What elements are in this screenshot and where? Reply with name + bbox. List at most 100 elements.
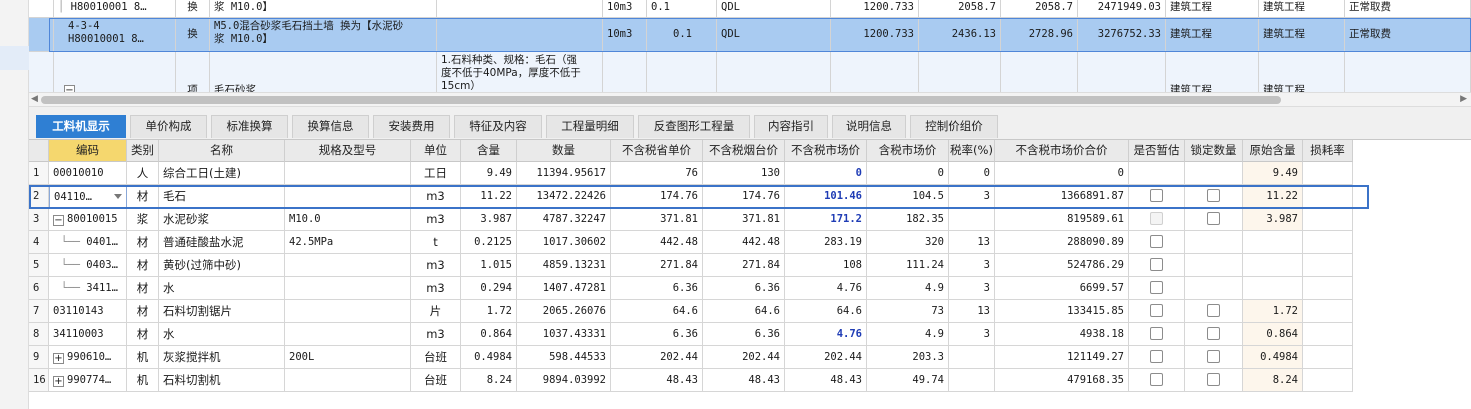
column-header-row-number[interactable] <box>29 140 49 162</box>
row-8-lock-quantity[interactable] <box>1185 323 1243 346</box>
row-16-code[interactable]: +990774… <box>49 369 127 392</box>
row-6-code[interactable]: └── 3411… <box>49 277 127 300</box>
column-header-code[interactable]: 编码 <box>49 140 127 162</box>
column-header-market-price-tax[interactable]: 含税市场价 <box>867 140 949 162</box>
row-5-content[interactable]: 1.015 <box>461 254 517 277</box>
row-1-estimate-flag[interactable] <box>1129 162 1185 185</box>
tab-content-guide[interactable]: 内容指引 <box>754 115 828 138</box>
top-row-2-code[interactable]: 4-3-4 H80010001 8… <box>54 18 176 52</box>
collapse-icon[interactable]: − <box>64 85 75 92</box>
column-header-quantity[interactable]: 数量 <box>517 140 611 162</box>
row-4-code[interactable]: └── 0401… <box>49 231 127 254</box>
row-5-lock-quantity[interactable] <box>1185 254 1243 277</box>
column-header-provincial-price[interactable]: 不含税省单价 <box>611 140 703 162</box>
row-1-content[interactable]: 9.49 <box>461 162 517 185</box>
row-16-content[interactable]: 8.24 <box>461 369 517 392</box>
row-3-estimate-flag[interactable] <box>1129 208 1185 231</box>
column-header-estimate-flag[interactable]: 是否暂估 <box>1129 140 1185 162</box>
row-4-estimate-flag[interactable] <box>1129 231 1185 254</box>
top-row-3-code[interactable]: − <box>54 52 176 92</box>
tab-unit-price[interactable]: 单价构成 <box>130 115 207 138</box>
row-7-content[interactable]: 1.72 <box>461 300 517 323</box>
column-header-category[interactable]: 类别 <box>127 140 159 162</box>
estimate-flag-checkbox[interactable] <box>1149 304 1163 317</box>
tab-quantity-details[interactable]: 工程量明细 <box>546 115 634 138</box>
column-header-yantai-price[interactable]: 不含税烟台价 <box>703 140 785 162</box>
row-8-estimate-flag[interactable] <box>1129 323 1185 346</box>
collapse-icon[interactable]: − <box>53 215 64 226</box>
lock-quantity-checkbox[interactable] <box>1206 212 1220 225</box>
estimate-flag-checkbox[interactable] <box>1149 350 1163 363</box>
estimate-flag-checkbox[interactable] <box>1149 258 1163 271</box>
column-header-market-total[interactable]: 不含税市场价合价 <box>995 140 1129 162</box>
expand-icon[interactable]: + <box>53 353 64 364</box>
row-4-content[interactable]: 0.2125 <box>461 231 517 254</box>
tab-description[interactable]: 说明信息 <box>832 115 906 138</box>
top-row-1-code[interactable]: │ H80010001 8… <box>54 0 176 18</box>
lock-quantity-checkbox[interactable] <box>1206 350 1220 363</box>
scroll-right-icon[interactable]: ▶ <box>1460 94 1467 104</box>
row-5-estimate-flag[interactable] <box>1129 254 1185 277</box>
resource-grid[interactable]: 编码 类别 名称 规格及型号 单位 含量 数量 不含税省单价 不含税烟台价 不含税市场价 含税市场价… <box>29 139 1471 409</box>
column-header-lock-quantity[interactable]: 锁定数量 <box>1185 140 1243 162</box>
lock-quantity-checkbox[interactable] <box>1206 189 1220 202</box>
tab-labor-material-machine[interactable]: 工料机显示 <box>36 115 126 138</box>
tab-installation-fee[interactable]: 安装费用 <box>373 115 450 138</box>
top-grid[interactable]: │ H80010001 8… 换 浆 M10.0】 10m3 0.1 QDL 1… <box>29 0 1471 92</box>
column-header-tax-rate[interactable]: 税率(%) <box>949 140 995 162</box>
lock-quantity-checkbox[interactable] <box>1206 373 1220 386</box>
horizontal-scrollbar[interactable]: ◀ ▶ <box>29 92 1471 107</box>
estimate-flag-checkbox[interactable] <box>1149 212 1163 225</box>
row-8-content[interactable]: 0.864 <box>461 323 517 346</box>
scrollbar-thumb[interactable] <box>41 96 1281 104</box>
row-9-code[interactable]: +990610… <box>49 346 127 369</box>
row-1-lock-quantity[interactable] <box>1185 162 1243 185</box>
column-header-original-content[interactable]: 原始含量 <box>1243 140 1303 162</box>
column-header-unit[interactable]: 单位 <box>411 140 461 162</box>
row-6-content[interactable]: 0.294 <box>461 277 517 300</box>
row-7-estimate-flag[interactable] <box>1129 300 1185 323</box>
row-3-code[interactable]: −80010015 <box>49 208 127 231</box>
lock-quantity-checkbox[interactable] <box>1206 327 1220 340</box>
column-header-loss-rate[interactable]: 损耗率 <box>1303 140 1353 162</box>
row-5-code[interactable]: └── 0403… <box>49 254 127 277</box>
estimate-flag-checkbox[interactable] <box>1149 327 1163 340</box>
row-7-code[interactable]: 03110143 <box>49 300 127 323</box>
chevron-down-icon[interactable] <box>114 194 122 199</box>
row-8-code[interactable]: 34110003 <box>49 323 127 346</box>
tab-conversion-info[interactable]: 换算信息 <box>292 115 369 138</box>
lock-quantity-checkbox[interactable] <box>1206 304 1220 317</box>
row-16-lock-quantity[interactable] <box>1185 369 1243 392</box>
row-3-lock-quantity[interactable] <box>1185 208 1243 231</box>
tab-graphic-quantity[interactable]: 反查图形工程量 <box>638 115 750 138</box>
top-row-2-name[interactable]: M5.0混合砂浆毛石挡土墙 换为【水泥砂 浆 M10.0】 <box>210 18 437 52</box>
estimate-flag-checkbox[interactable] <box>1149 189 1163 202</box>
row-4-lock-quantity[interactable] <box>1185 231 1243 254</box>
row-2-estimate-flag[interactable] <box>1129 185 1185 208</box>
expand-icon[interactable]: + <box>53 376 64 387</box>
estimate-flag-checkbox[interactable] <box>1149 373 1163 386</box>
row-3-content[interactable]: 3.987 <box>461 208 517 231</box>
row-2-lock-quantity[interactable] <box>1185 185 1243 208</box>
row-6-estimate-flag[interactable] <box>1129 277 1185 300</box>
column-header-content[interactable]: 含量 <box>461 140 517 162</box>
tab-features[interactable]: 特征及内容 <box>454 115 542 138</box>
tab-standard-conversion[interactable]: 标准换算 <box>211 115 288 138</box>
row-7-lock-quantity[interactable] <box>1185 300 1243 323</box>
column-header-market-price[interactable]: 不含税市场价 <box>785 140 867 162</box>
top-row-3-feature[interactable]: 1.石料种类、规格：毛石（强 度不低于40MPa，厚度不低于 15cm） <box>437 52 603 92</box>
row-2-content[interactable]: 11.22 <box>461 185 517 208</box>
column-header-spec[interactable]: 规格及型号 <box>285 140 411 162</box>
row-1-code[interactable]: 00010010 <box>49 162 127 185</box>
estimate-flag-checkbox[interactable] <box>1149 235 1163 248</box>
row-9-content[interactable]: 0.4984 <box>461 346 517 369</box>
scroll-left-icon[interactable]: ◀ <box>31 94 38 104</box>
column-header-name[interactable]: 名称 <box>159 140 285 162</box>
row-16-estimate-flag[interactable] <box>1129 369 1185 392</box>
row-9-lock-quantity[interactable] <box>1185 346 1243 369</box>
tab-control-price[interactable]: 控制价组价 <box>910 115 998 138</box>
row-9-estimate-flag[interactable] <box>1129 346 1185 369</box>
row-6-lock-quantity[interactable] <box>1185 277 1243 300</box>
estimate-flag-checkbox[interactable] <box>1149 281 1163 294</box>
row-2-code[interactable]: 04110… <box>49 185 127 208</box>
